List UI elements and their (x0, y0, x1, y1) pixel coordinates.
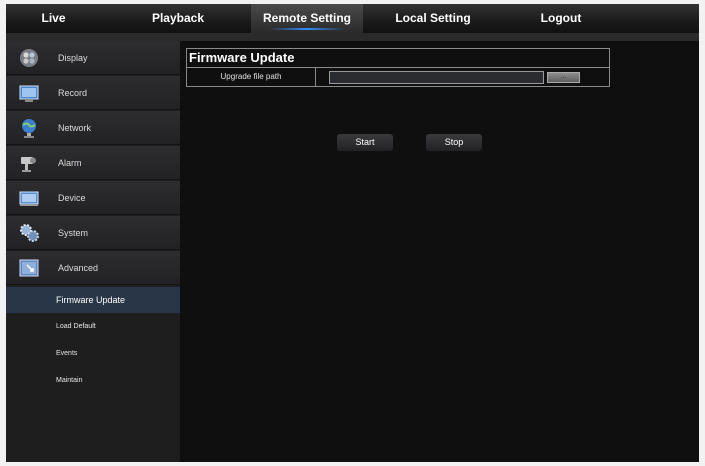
display-icon (20, 49, 38, 67)
sidebar-item-display[interactable]: Display (6, 41, 180, 75)
alarm-icon (21, 157, 36, 172)
main-content: Firmware Update Upgrade file path ... St… (180, 41, 699, 462)
sidebar-item-label: Device (58, 193, 86, 203)
firmware-update-panel: Firmware Update Upgrade file path ... (186, 48, 610, 87)
sidebar: Display Record Network Alarm Device Syst… (6, 41, 180, 462)
nav-remote-setting[interactable]: Remote Setting (251, 4, 363, 33)
sidebar-subitem-events[interactable]: Events (6, 341, 180, 367)
sidebar-subitem-label: Events (56, 350, 78, 357)
nav-logout[interactable]: Logout (521, 4, 601, 33)
sidebar-item-label: System (58, 228, 89, 238)
sidebar-subitem-maintain[interactable]: Maintain (6, 368, 180, 394)
sidebar-item-alarm[interactable]: Alarm (6, 146, 180, 180)
nav-live[interactable]: Live (6, 4, 101, 33)
sidebar-item-label: Display (58, 53, 88, 63)
upgrade-path-input[interactable] (329, 71, 544, 84)
upgrade-path-label: Upgrade file path (187, 68, 316, 86)
sidebar-item-label: Advanced (58, 263, 99, 273)
sidebar-item-label: Record (58, 88, 88, 98)
advanced-icon (19, 259, 39, 277)
sidebar-subitem-firmware-update[interactable]: Firmware Update (6, 287, 180, 313)
browse-button[interactable]: ... (547, 72, 580, 83)
nav-playback[interactable]: Playback (138, 4, 218, 33)
nav-local-setting[interactable]: Local Setting (378, 4, 488, 33)
network-icon (22, 119, 36, 138)
start-button[interactable]: Start (337, 134, 393, 151)
page-title: Firmware Update (187, 49, 609, 68)
sidebar-item-record[interactable]: Record (6, 76, 180, 110)
nav-subbar (6, 33, 699, 41)
sidebar-item-label: Network (58, 123, 92, 133)
device-icon (19, 191, 39, 206)
sidebar-item-label: Alarm (58, 158, 82, 168)
sidebar-item-system[interactable]: System (6, 216, 180, 250)
sidebar-subitem-label: Load Default (56, 323, 96, 330)
top-nav: Live Playback Remote Setting Local Setti… (6, 4, 699, 33)
sidebar-subitem-label: Firmware Update (56, 295, 126, 305)
stop-button[interactable]: Stop (426, 134, 482, 151)
sidebar-subitem-label: Maintain (56, 377, 83, 384)
system-icon (20, 224, 39, 242)
sidebar-item-network[interactable]: Network (6, 111, 180, 145)
sidebar-item-advanced[interactable]: Advanced (6, 251, 180, 285)
sidebar-item-device[interactable]: Device (6, 181, 180, 215)
app-window: Live Playback Remote Setting Local Setti… (6, 4, 699, 462)
sidebar-subitem-load-default[interactable]: Load Default (6, 314, 180, 340)
record-icon (19, 85, 39, 102)
